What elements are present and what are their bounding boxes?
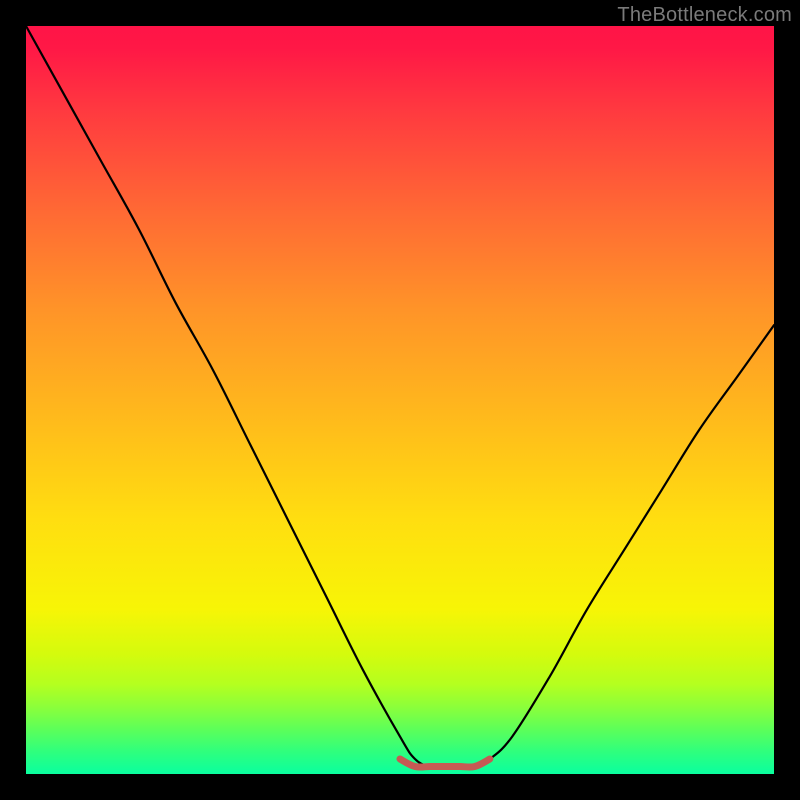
plot-area <box>26 26 774 774</box>
curve-svg <box>26 26 774 774</box>
chart-frame: TheBottleneck.com <box>0 0 800 800</box>
watermark-text: TheBottleneck.com <box>617 4 792 27</box>
main-curve <box>26 26 774 767</box>
bottom-flat-segment <box>400 759 490 767</box>
